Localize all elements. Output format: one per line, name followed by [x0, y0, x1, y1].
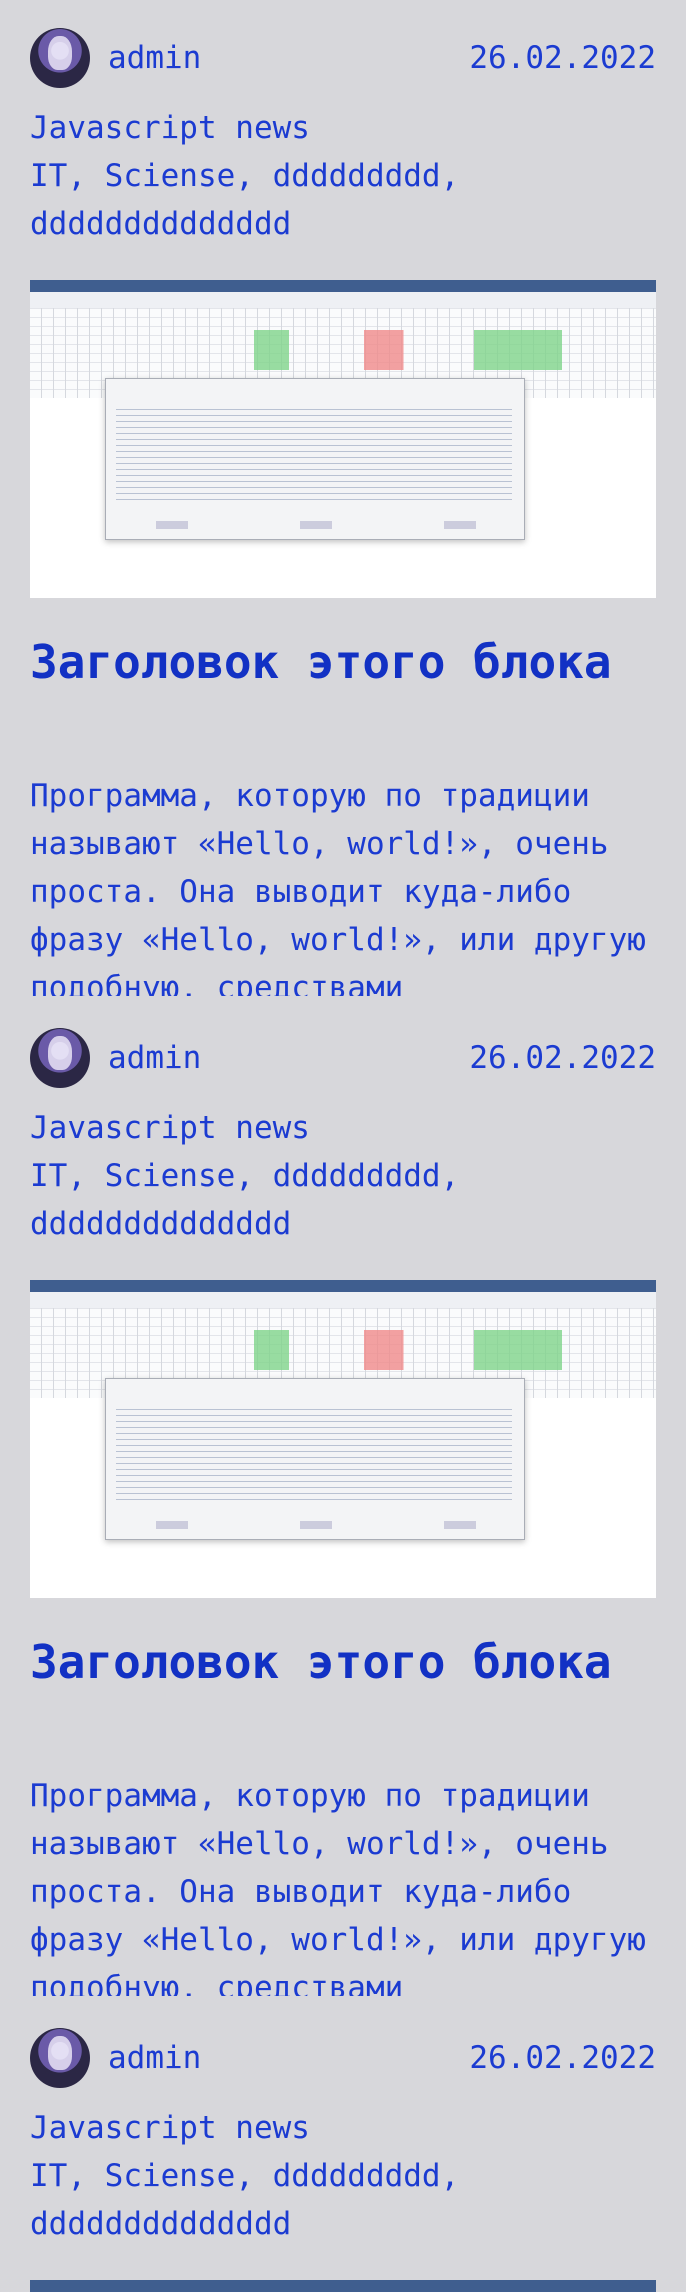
author-name[interactable]: admin	[108, 38, 201, 78]
image-dialog-buttons	[156, 521, 476, 529]
image-app-topbar	[30, 280, 656, 292]
image-dialog-lines	[116, 1405, 512, 1505]
post-tags: IT, Sciense, ddddddddd, dddddddddddddd	[30, 158, 460, 242]
image-dialog-lines	[116, 405, 512, 505]
block-text: Программа, которую по традиции называют …	[30, 778, 646, 996]
post-card: admin 26.02.2022 Javascript news IT, Sci…	[0, 1000, 686, 2000]
post-topic[interactable]: Javascript news	[30, 2104, 310, 2152]
user-avatar[interactable]	[30, 1028, 90, 1088]
post-header: admin 26.02.2022	[30, 28, 656, 88]
image-app-toolbar	[30, 292, 656, 309]
post-image[interactable]	[30, 280, 656, 598]
image-app-dialog	[105, 378, 525, 540]
image-dialog-buttons	[156, 1521, 476, 1529]
post-card: admin 26.02.2022 Javascript news IT, Sci…	[0, 0, 686, 1000]
author-name[interactable]: admin	[108, 1038, 201, 1078]
post-tags: IT, Sciense, ddddddddd, dddddddddddddd	[30, 2158, 460, 2242]
block-text: Программа, которую по традиции называют …	[30, 1778, 646, 1996]
image-app-topbar	[30, 1280, 656, 1292]
user-avatar[interactable]	[30, 2028, 90, 2088]
post-card: admin 26.02.2022 Javascript news IT, Sci…	[0, 2000, 686, 2292]
image-app-toolbar	[30, 1292, 656, 1309]
post-feed: admin 26.02.2022 Javascript news IT, Sci…	[0, 0, 686, 2292]
block-title: Заголовок этого блока	[30, 1635, 612, 1689]
post-header: admin 26.02.2022	[30, 1028, 656, 1088]
post-topic[interactable]: Javascript news	[30, 1104, 310, 1152]
post-image[interactable]	[30, 2280, 656, 2292]
block-title: Заголовок этого блока	[30, 635, 612, 689]
post-date: 26.02.2022	[469, 40, 656, 76]
post-header: admin 26.02.2022	[30, 2028, 656, 2088]
post-date: 26.02.2022	[469, 1040, 656, 1076]
post-date: 26.02.2022	[469, 2040, 656, 2076]
post-image[interactable]	[30, 1280, 656, 1598]
post-tags: IT, Sciense, ddddddddd, dddddddddddddd	[30, 1158, 460, 1242]
image-app-dialog	[105, 1378, 525, 1540]
image-app-bars	[210, 1330, 650, 1370]
user-avatar[interactable]	[30, 28, 90, 88]
post-topic[interactable]: Javascript news	[30, 104, 310, 152]
author-name[interactable]: admin	[108, 2038, 201, 2078]
image-app-topbar	[30, 2280, 656, 2292]
image-app-bars	[210, 330, 650, 370]
